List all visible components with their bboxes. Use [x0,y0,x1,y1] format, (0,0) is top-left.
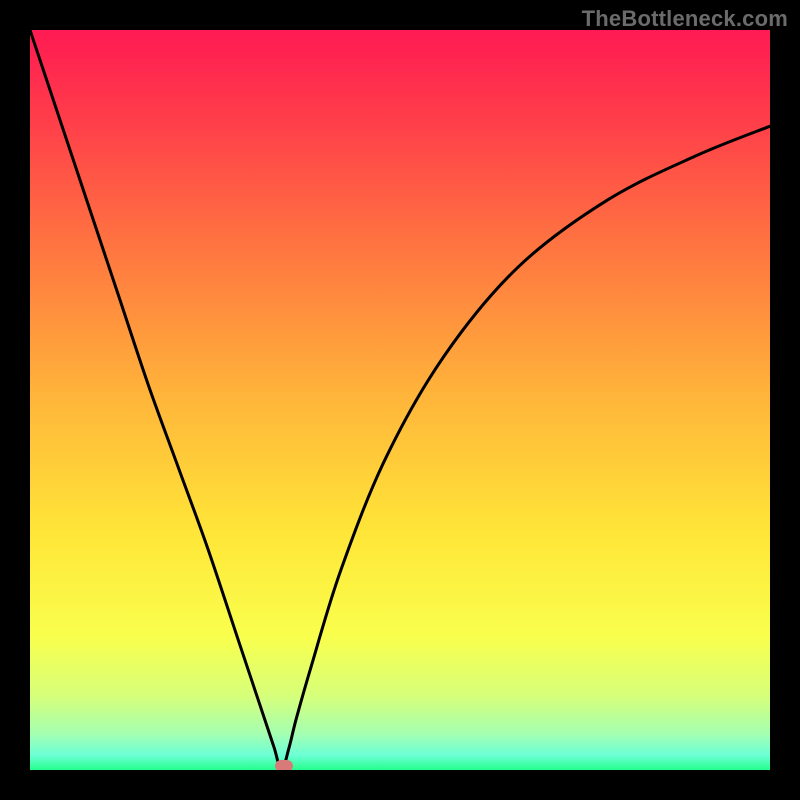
chart-frame [30,30,770,770]
bottleneck-curve [30,30,770,770]
attribution-text: TheBottleneck.com [582,6,788,32]
minimum-marker [275,760,293,770]
